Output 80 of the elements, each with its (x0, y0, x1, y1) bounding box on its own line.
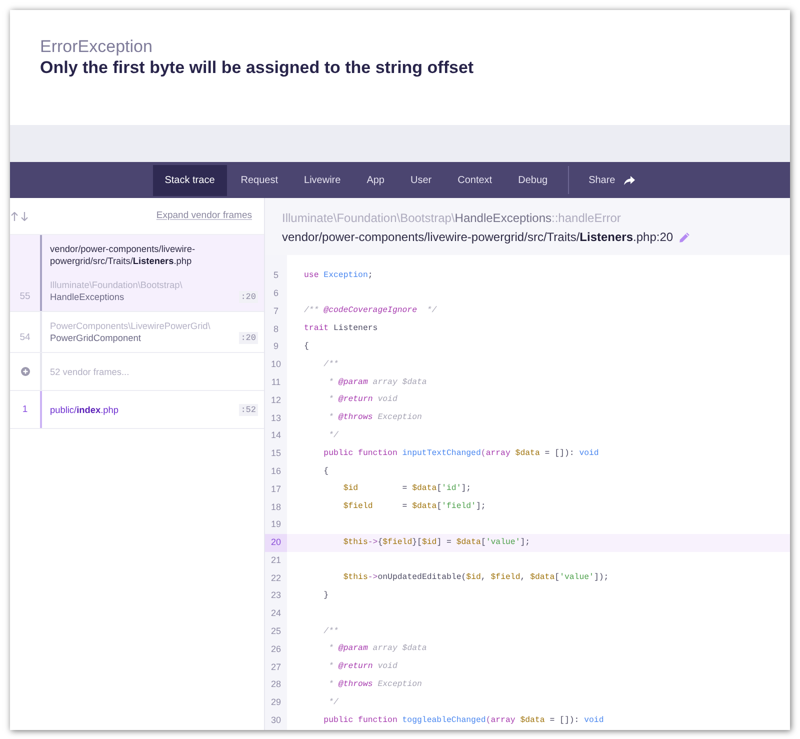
line-number: 7 (272, 304, 280, 318)
share-button[interactable]: Share (576, 164, 648, 196)
code-line: * @throws Exception (328, 412, 422, 424)
line-number: 30 (270, 714, 282, 728)
curved-arrow-icon (624, 176, 636, 184)
line-number: 19 (270, 518, 282, 532)
code-line: */ (328, 696, 338, 709)
line-reference: :20 (238, 332, 258, 344)
code-line: $this->{$field}[$id] = $data['value']; (343, 536, 530, 549)
exception-class: ErrorException (40, 36, 154, 57)
error-message: Only the first byte will be assigned to the string offset (40, 57, 475, 79)
code-line: public function toggleableChanged(array $data = []): void (324, 714, 604, 727)
tab[interactable]: Stack trace (152, 164, 227, 196)
frame-number: 55 (20, 291, 30, 303)
code-line: * @param array $data (328, 643, 427, 656)
code-line: /** (324, 626, 338, 638)
line-number: 29 (270, 696, 282, 710)
code-line: * @return void (328, 394, 398, 406)
collapsed-frames-label: 52 vendor frames... (50, 366, 130, 376)
expand-link[interactable]: Expand vendor frames (156, 208, 252, 224)
code-line: $this->onUpdatedEditable($id, $field, $data['value']); (343, 572, 609, 584)
line-number: 5 (272, 269, 280, 282)
line-number: 15 (270, 447, 282, 460)
tab[interactable]: Request (228, 164, 290, 196)
tab[interactable]: App (354, 164, 396, 196)
line-reference: :20 (238, 291, 258, 303)
plus-circle-icon[interactable] (20, 367, 30, 376)
code-line: public function inputTextChanged(array $data = []): void (324, 448, 599, 460)
code-line: { (324, 466, 329, 478)
line-number: 6 (272, 286, 280, 300)
file-path: public/index.php (50, 404, 120, 416)
line-number: 21 (270, 554, 282, 567)
class-name: PowerComponents\LivewirePowerGrid\ PowerGridComponent (50, 320, 212, 344)
line-number: 23 (270, 589, 282, 602)
line-number: 20 (265, 534, 287, 552)
file-path: vendor/power-components/livewire-powergrid/src/Traits/Listeners.php:20 (282, 229, 674, 246)
line-number: 9 (272, 340, 280, 354)
code-line: * @return void (328, 661, 398, 674)
code-line: /** @codeCoverageIgnore */ (304, 305, 437, 318)
line-number: 18 (270, 500, 282, 514)
arrow-down-icon[interactable] (21, 212, 28, 220)
line-number: 27 (270, 660, 282, 674)
tab[interactable]: Debug (506, 164, 560, 196)
line-number: 12 (270, 394, 282, 407)
tab[interactable]: Livewire (292, 164, 353, 196)
code-line: $field = $data['field']; (343, 501, 486, 514)
code-line: */ (328, 430, 338, 442)
line-number: 24 (270, 607, 282, 620)
stack-frame[interactable]: 55 vendor/power-components/livewire-powergrid/src/Traits/Listeners.php Illuminate\Foundation\Bootstrap\ HandleExceptions :20 (10, 235, 264, 312)
arrow-up-icon[interactable] (11, 212, 18, 220)
line-number: 16 (270, 464, 282, 478)
line-number: 26 (270, 642, 282, 656)
code-line: use Exception; (304, 270, 373, 282)
line-number: 25 (270, 625, 282, 638)
pencil-icon[interactable] (679, 232, 690, 242)
code-line: } (324, 590, 329, 602)
stack-frame[interactable]: 1 public/index.php :52 (10, 391, 264, 429)
line-number: 11 (270, 376, 282, 389)
code-line: * @param array $data (328, 376, 427, 389)
line-number: 8 (272, 322, 280, 336)
line-number: 22 (270, 572, 282, 585)
code-line: $id = $data['id']; (343, 483, 472, 496)
line-number: 14 (270, 429, 282, 442)
code-line: /** (324, 358, 338, 371)
line-reference: :52 (238, 404, 258, 416)
line-number: 10 (270, 358, 282, 372)
class-name: Illuminate\Foundation\Bootstrap\ HandleExceptions (50, 279, 184, 303)
line-number: 28 (270, 678, 282, 692)
code-line: { (304, 340, 309, 353)
frame-number: 1 (22, 404, 28, 416)
file-path: vendor/power-components/livewire-powergrid/src/Traits/Listeners.php (50, 243, 196, 267)
line-number: 17 (270, 482, 282, 496)
tab[interactable]: Context (446, 164, 504, 196)
method-name: Illuminate\Foundation\Bootstrap\HandleExceptions::handleError (282, 210, 622, 227)
line-number: 13 (270, 412, 282, 425)
code-line: * @throws Exception (328, 679, 422, 692)
stack-frame[interactable]: 54 PowerComponents\LivewirePowerGrid\ PowerGridComponent :20 (10, 312, 264, 353)
tab[interactable]: User (398, 164, 444, 196)
frame-number: 54 (20, 332, 30, 344)
code-line: trait Listeners (304, 323, 378, 336)
